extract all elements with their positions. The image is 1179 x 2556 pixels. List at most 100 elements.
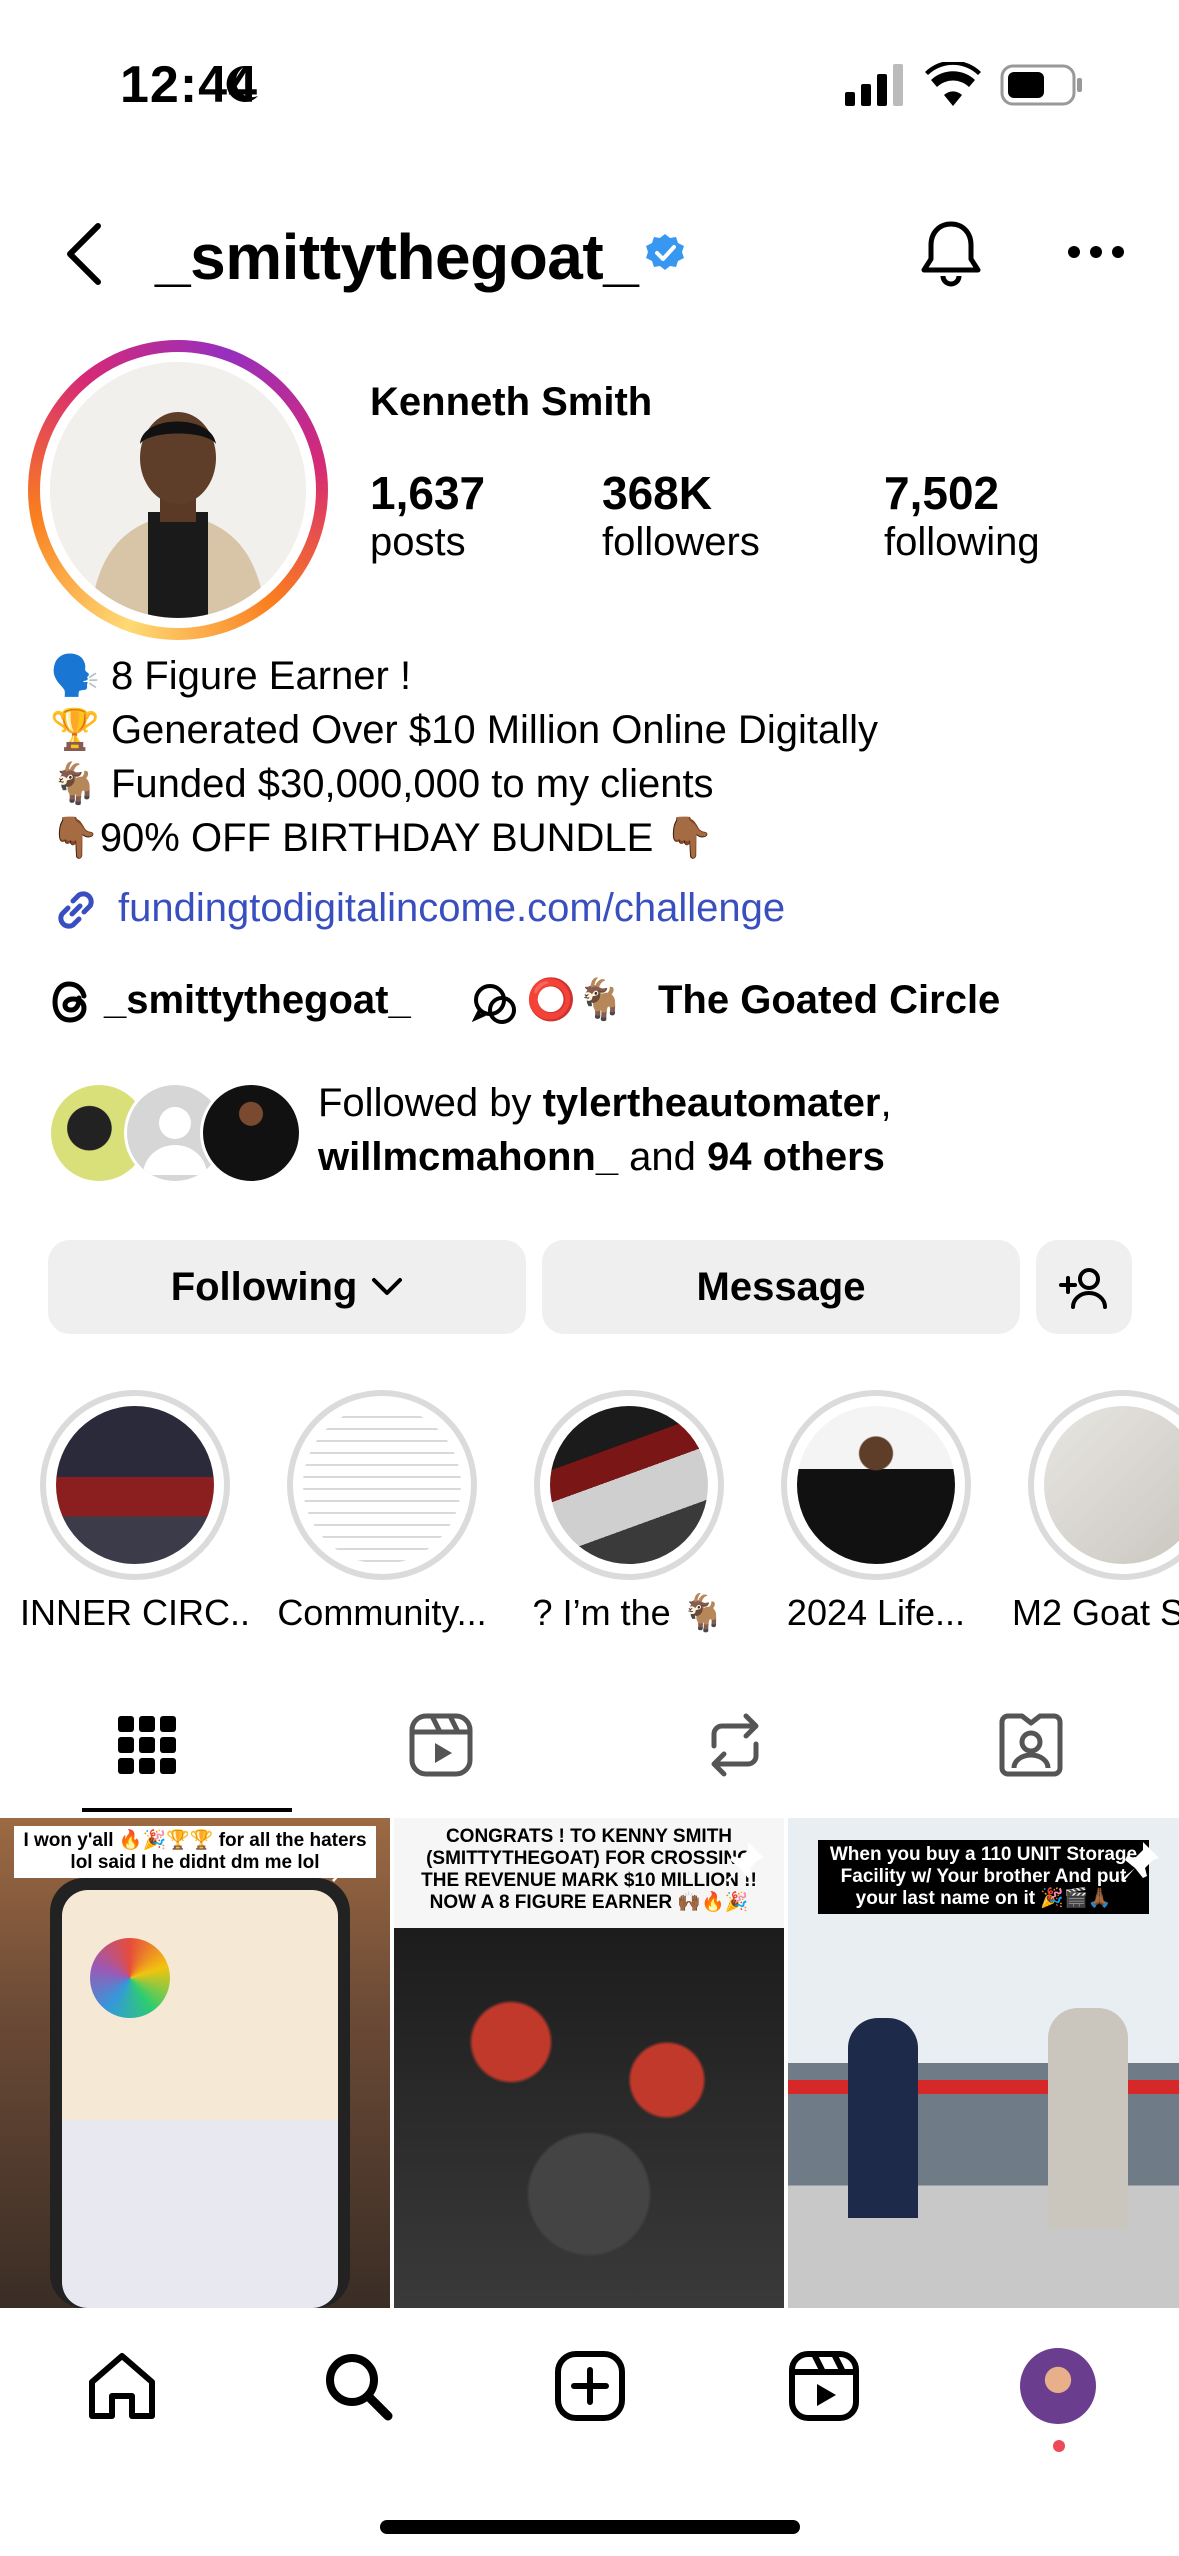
others-count: 94 others — [707, 1135, 885, 1179]
highlight-m2-goat[interactable] — [1028, 1390, 1179, 1580]
stat-followers[interactable]: 368K followers — [602, 466, 760, 565]
pinned-icon — [722, 1840, 766, 1884]
highlight-inner-circle[interactable] — [40, 1390, 230, 1580]
battery-icon — [1000, 64, 1084, 106]
highlight-label: Community... — [277, 1592, 487, 1633]
notification-bell-icon[interactable] — [918, 218, 984, 290]
post-thumbnail[interactable]: CONGRATS ! TO KENNY SMITH (SMITTYTHEGOAT… — [394, 1818, 784, 2308]
separator: , — [880, 1081, 892, 1125]
bio-text: Generated Over $10 Million Online Digita… — [110, 708, 878, 752]
stat-following[interactable]: 7,502 following — [884, 466, 1040, 565]
mutual-followers-avatars[interactable] — [48, 1082, 302, 1184]
stat-following-label: following — [884, 520, 1040, 564]
pinned-icon — [328, 1840, 372, 1884]
post-caption: CONGRATS ! TO KENNY SMITH (SMITTYTHEGOAT… — [421, 1826, 757, 1913]
more-options-icon[interactable] — [1068, 244, 1124, 260]
followed-by-prefix: Followed by — [318, 1081, 543, 1125]
post-image — [394, 1928, 784, 2308]
active-tab-indicator — [82, 1808, 292, 1812]
profile-avatar[interactable] — [28, 340, 328, 640]
back-arrow-icon[interactable] — [58, 218, 114, 290]
highlight-label: ? I’m the 🐐 — [532, 1592, 726, 1633]
search-icon[interactable] — [320, 2348, 396, 2424]
community-name[interactable]: The Goated Circle — [658, 978, 1000, 1023]
following-label: Following — [170, 1264, 358, 1309]
mutual-follower-name: willmcmahonn_ — [318, 1135, 619, 1179]
repost-icon — [711, 1713, 759, 1777]
tab-posts-grid[interactable] — [112, 1710, 182, 1780]
highlight-goat[interactable] — [534, 1390, 724, 1580]
home-icon[interactable] — [84, 2348, 160, 2424]
highlight-thumbnail — [797, 1406, 955, 1564]
highlight-2024-life[interactable] — [781, 1390, 971, 1580]
person — [1048, 2008, 1128, 2228]
link-icon — [48, 882, 104, 938]
moon-icon — [218, 62, 262, 106]
add-person-icon — [1059, 1268, 1107, 1309]
notification-dot — [1053, 2440, 1065, 2452]
mutual-follower-name: tylertheautomater — [542, 1081, 881, 1125]
highlight-label: 2024 Life... — [786, 1592, 966, 1633]
post-thumbnail[interactable]: When you buy a 110 UNIT Storage Facility… — [788, 1818, 1179, 2308]
pointing-down-emoji: 👇🏾 — [50, 816, 100, 860]
stat-following-value: 7,502 — [884, 467, 1000, 519]
trophy-emoji: 🏆 — [50, 708, 100, 752]
highlight-thumbnail — [303, 1406, 461, 1564]
avatar — [200, 1082, 302, 1184]
reels-nav-icon[interactable] — [786, 2348, 862, 2424]
highlight-label: INNER CIRC... — [20, 1592, 250, 1633]
suggested-users-button[interactable] — [1036, 1240, 1132, 1334]
home-indicator[interactable] — [380, 2520, 800, 2534]
highlight-thumbnail — [1044, 1406, 1179, 1564]
bio-line: 🏆 Generated Over $10 Million Online Digi… — [50, 706, 878, 753]
profile-photo — [50, 362, 306, 618]
stat-followers-value: 368K — [602, 467, 712, 519]
profile-nav-avatar[interactable] — [1020, 2348, 1096, 2424]
display-name: Kenneth Smith — [370, 380, 653, 424]
speaking-head-emoji: 🗣️ — [50, 654, 100, 698]
person — [848, 2018, 918, 2218]
highlight-community[interactable] — [287, 1390, 477, 1580]
and-text: and — [618, 1135, 708, 1179]
highlight-label: M2 Goat S — [1012, 1592, 1179, 1633]
bio-text: 90% OFF BIRTHDAY BUNDLE — [99, 816, 654, 860]
community-chat-icon — [470, 980, 520, 1030]
stat-followers-label: followers — [602, 520, 760, 564]
pointing-down-emoji: 👇🏾 — [664, 816, 715, 860]
message-button[interactable]: Message — [542, 1240, 1020, 1334]
tab-tagged[interactable] — [996, 1710, 1066, 1780]
stat-posts[interactable]: 1,637 posts — [370, 466, 485, 565]
grid-icon — [118, 1716, 176, 1774]
post-caption: When you buy a 110 UNIT Storage Facility… — [818, 1840, 1149, 1914]
post-thumbnail[interactable]: I won y'all 🔥🎉🏆🏆 for all the haters lol … — [0, 1818, 390, 2308]
tagged-person-icon — [999, 1713, 1063, 1777]
followed-by-text[interactable]: Followed by tylertheautomater, willmcmah… — [318, 1076, 892, 1184]
tab-reels[interactable] — [406, 1710, 476, 1780]
stat-posts-value: 1,637 — [370, 467, 486, 519]
threads-icon[interactable] — [50, 978, 96, 1026]
chevron-down-icon — [372, 1278, 403, 1295]
verified-badge-icon — [644, 232, 686, 274]
profile-username: _smittythegoat_ — [155, 221, 639, 293]
post-caption: I won y'all 🔥🎉🏆🏆 for all the haters lol … — [14, 1826, 376, 1878]
bio-line: 🗣️ 8 Figure Earner ! — [50, 652, 411, 699]
tab-reposts[interactable] — [700, 1710, 770, 1780]
bio-text: Funded $30,000,000 to my clients — [110, 762, 714, 806]
bio-line: 👇🏾90% OFF BIRTHDAY BUNDLE 👇🏾 — [50, 814, 714, 861]
threads-handle[interactable]: _smittythegoat_ — [104, 978, 411, 1023]
bio-text: 8 Figure Earner ! — [110, 654, 412, 698]
bio-line: 🐐 Funded $30,000,000 to my clients — [50, 760, 714, 807]
bio-link[interactable]: fundingtodigitalincome.com/challenge — [118, 886, 785, 931]
highlight-thumbnail — [56, 1406, 214, 1564]
highlight-thumbnail — [550, 1406, 708, 1564]
community-emojis: ⭕🐐 — [526, 978, 626, 1022]
goat-emoji: 🐐 — [50, 762, 100, 806]
reels-icon — [409, 1713, 473, 1777]
phone-image — [50, 1878, 350, 2308]
wifi-icon — [925, 60, 981, 106]
pinned-icon — [1117, 1840, 1161, 1884]
signal-icon — [845, 64, 907, 106]
following-button[interactable]: Following — [48, 1240, 526, 1334]
stat-posts-label: posts — [370, 520, 466, 564]
create-post-icon[interactable] — [552, 2348, 628, 2424]
